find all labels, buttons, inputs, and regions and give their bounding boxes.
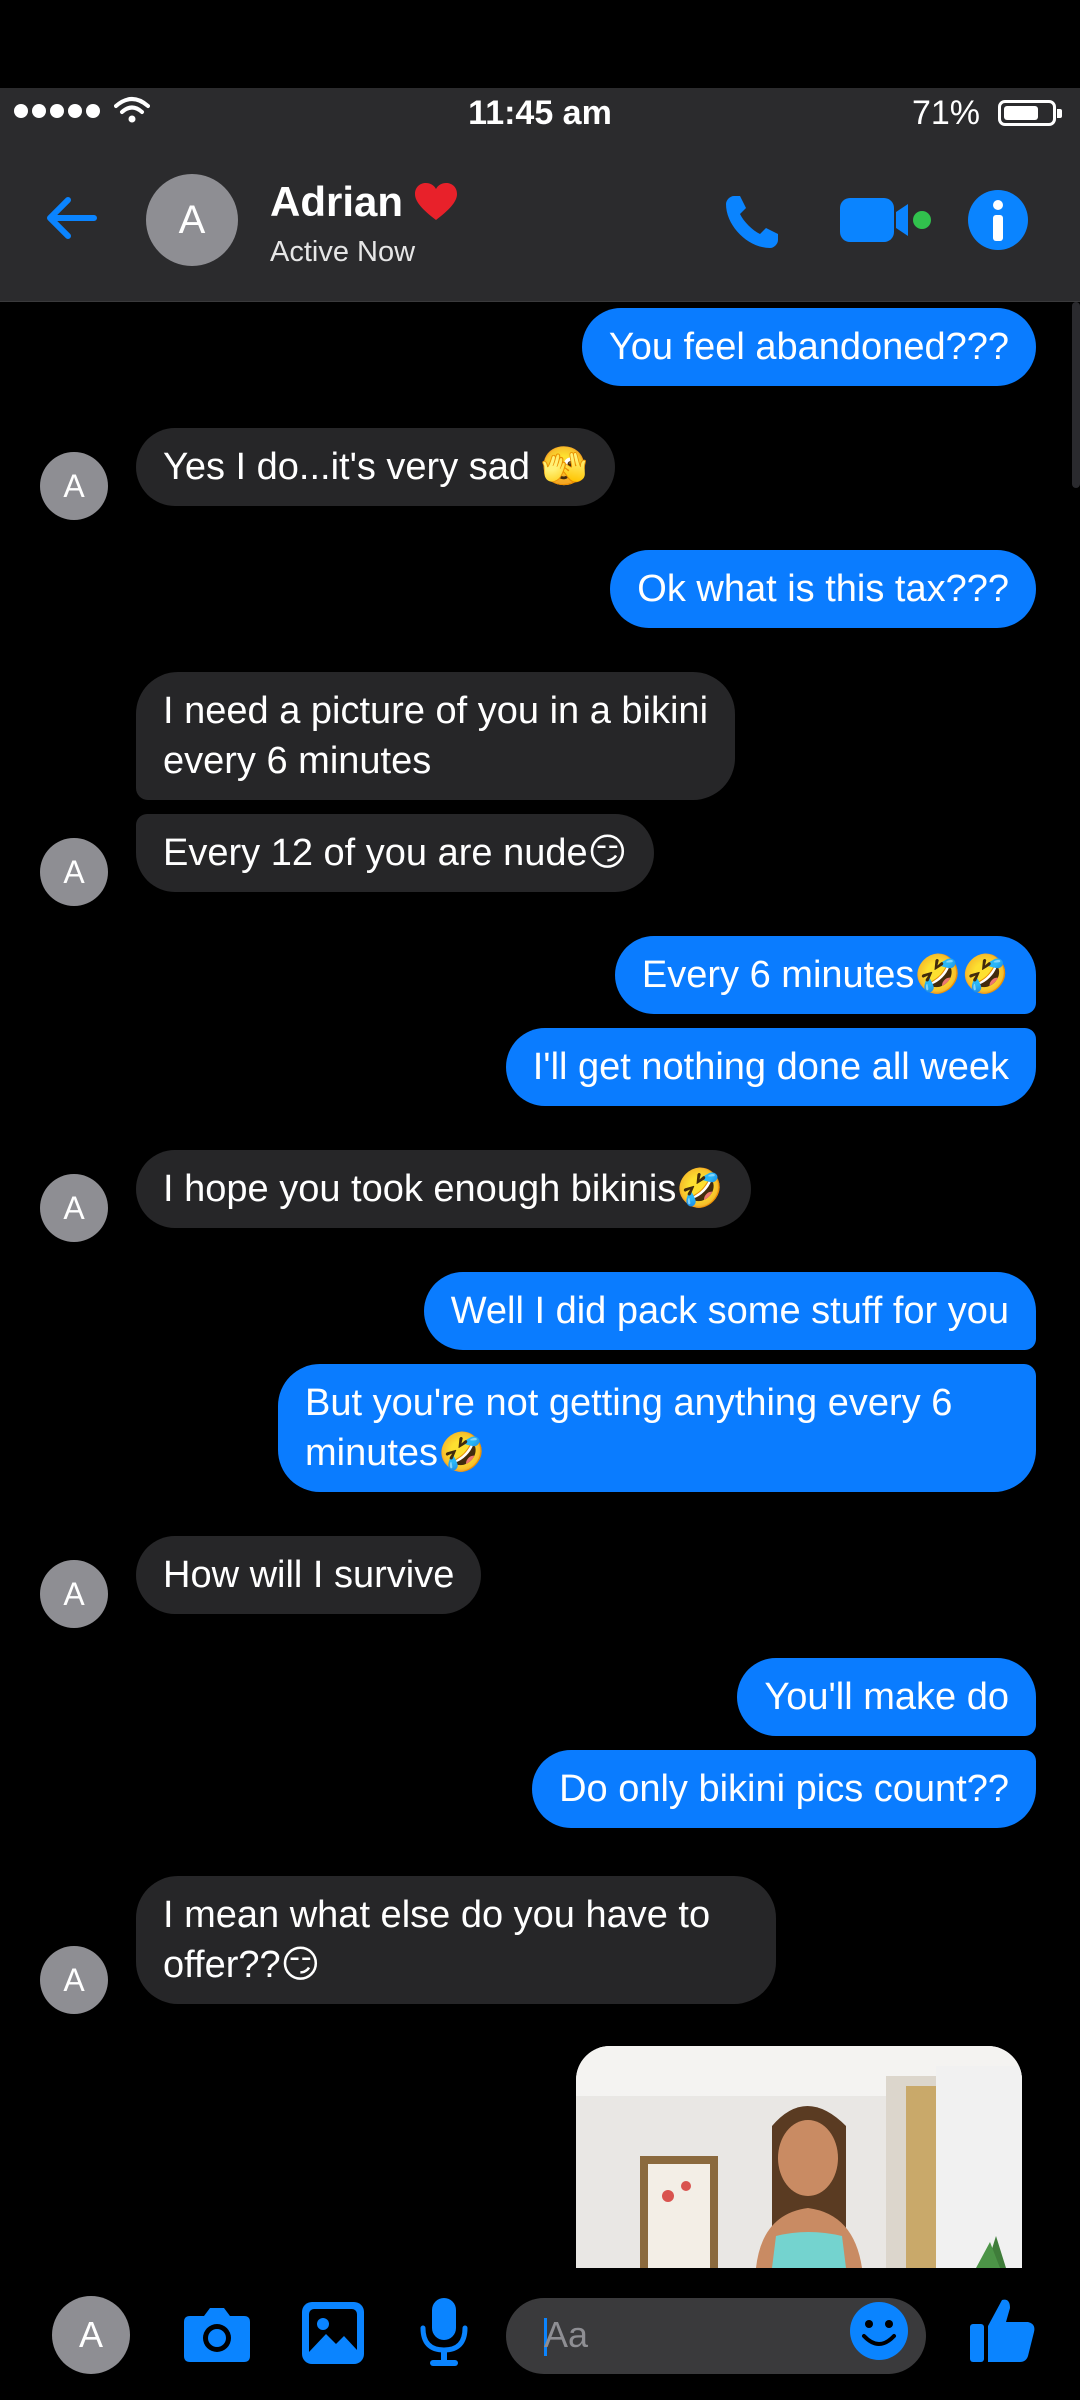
battery-icon xyxy=(998,100,1062,126)
sent-message[interactable]: Ok what is this tax??? xyxy=(610,550,1036,628)
heart-icon xyxy=(415,183,458,220)
sent-message[interactable]: You feel abandoned??? xyxy=(581,308,1036,386)
sender-avatar[interactable]: A xyxy=(40,1174,108,1242)
received-message[interactable]: I mean what else do you have to offer??😏 xyxy=(136,1876,776,2004)
received-message[interactable]: How will I survive xyxy=(136,1536,482,1614)
active-status: Active Now xyxy=(270,236,416,268)
contact-name-text: Adrian xyxy=(270,178,404,225)
video-call-icon[interactable] xyxy=(836,192,932,248)
sender-avatar[interactable]: A xyxy=(40,452,108,520)
thumbs-up-icon[interactable] xyxy=(966,2294,1038,2366)
sent-message[interactable]: But you're not getting anything every 6 … xyxy=(278,1364,1036,1492)
received-message[interactable]: Every 12 of you are nude😏 xyxy=(136,814,655,892)
received-message[interactable]: I need a picture of you in a bikini ever… xyxy=(136,672,736,800)
photo-attachment[interactable] xyxy=(576,2046,1022,2268)
received-message[interactable]: Yes I do...it's very sad 🫣 xyxy=(136,428,615,506)
sent-message[interactable]: You'll make do xyxy=(737,1658,1036,1736)
battery-percentage: 71% xyxy=(911,94,980,132)
message-input-placeholder: Aa xyxy=(544,2314,589,2355)
smiley-icon[interactable] xyxy=(848,2300,910,2362)
received-message[interactable]: I hope you took enough bikinis🤣 xyxy=(136,1150,751,1228)
sender-avatar[interactable]: A xyxy=(40,1560,108,1628)
scrollbar[interactable] xyxy=(1072,302,1080,488)
sent-message[interactable]: Every 6 minutes🤣🤣 xyxy=(614,936,1036,1014)
back-arrow-icon[interactable] xyxy=(40,186,104,250)
status-bar: 11:45 am 71% xyxy=(0,88,1080,138)
sent-message[interactable]: Well I did pack some stuff for you xyxy=(423,1272,1036,1350)
microphone-icon[interactable] xyxy=(418,2296,470,2370)
contact-avatar[interactable]: A xyxy=(146,174,238,266)
camera-icon[interactable] xyxy=(182,2302,252,2364)
image-icon[interactable] xyxy=(300,2300,366,2366)
composer-bar: A Aa xyxy=(0,2268,1080,2400)
sender-avatar[interactable]: A xyxy=(40,838,108,906)
phone-call-icon[interactable] xyxy=(720,190,784,254)
chat-header: A Adrian Active Now xyxy=(0,138,1080,302)
info-icon[interactable] xyxy=(966,188,1030,252)
contact-name[interactable]: Adrian xyxy=(270,178,459,226)
sent-message[interactable]: I'll get nothing done all week xyxy=(505,1028,1036,1106)
sent-message[interactable]: Do only bikini pics count?? xyxy=(532,1750,1036,1828)
composer-avatar[interactable]: A xyxy=(52,2296,130,2374)
message-thread[interactable]: You feel abandoned??? A Yes I do...it's … xyxy=(0,302,1080,2268)
sender-avatar[interactable]: A xyxy=(40,1946,108,2014)
